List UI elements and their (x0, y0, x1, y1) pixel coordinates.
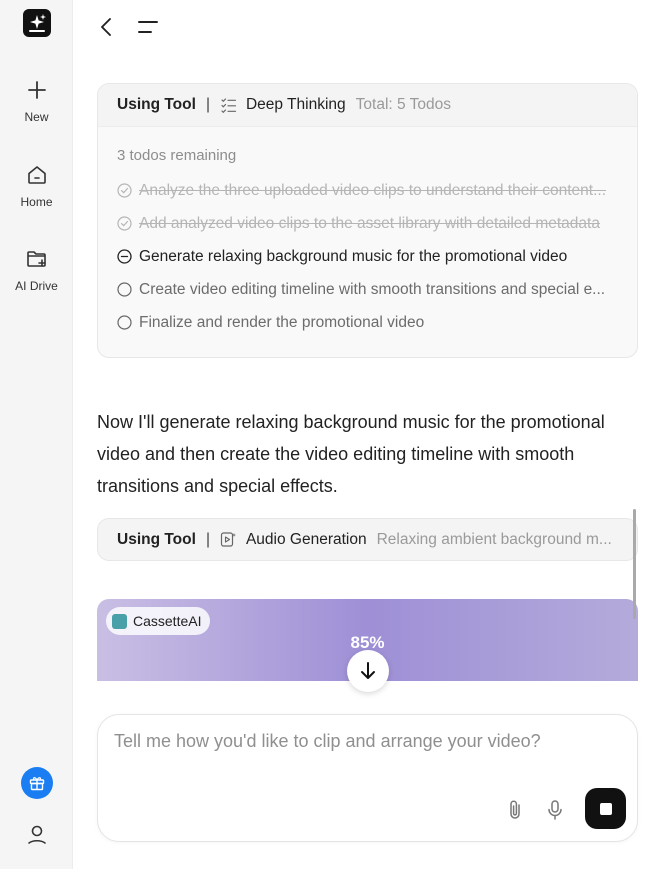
audio-file-icon (220, 532, 236, 547)
gift-button[interactable] (21, 767, 53, 799)
todo-total: Total: 5 Todos (355, 96, 452, 113)
todo-item: Create video editing timeline with smoot… (117, 273, 618, 306)
todo-text: Analyze the three uploaded video clips t… (139, 181, 607, 199)
checklist-icon (221, 97, 237, 113)
todo-text: Finalize and render the promotional vide… (139, 313, 425, 331)
chat-thread: Using Tool | Deep Thinking Total: 5 Todo… (97, 83, 638, 561)
check-circle-icon (117, 216, 132, 231)
separator: | (205, 530, 210, 548)
separator: | (205, 96, 210, 113)
todo-item: Generate relaxing background music for t… (117, 240, 618, 273)
sidebar-item-ai-drive[interactable]: AI Drive (0, 247, 73, 293)
todo-text: Add analyzed video clips to the asset li… (139, 214, 600, 232)
sidebar-item-new[interactable]: New (0, 78, 73, 124)
sidebar-item-label: AI Drive (15, 279, 58, 293)
cassette-icon (112, 613, 127, 629)
folder-plus-icon (26, 251, 46, 267)
app-logo[interactable] (23, 9, 51, 37)
gift-icon (29, 777, 45, 791)
sidebar-item-label: Home (20, 195, 53, 209)
using-tool-label: Using Tool (117, 96, 196, 113)
todo-list: 3 todos remaining Analyze the three uplo… (98, 127, 637, 357)
stop-generation-button[interactable] (585, 788, 626, 829)
plus-icon (27, 81, 46, 99)
scroll-to-bottom-button[interactable] (347, 650, 389, 692)
in-progress-circle-icon (117, 249, 132, 264)
sparkle-icon (29, 14, 46, 32)
composer (97, 714, 638, 842)
todo-tool-header[interactable]: Using Tool | Deep Thinking Total: 5 Todo… (98, 84, 637, 127)
menu-icon[interactable] (137, 17, 159, 37)
user-profile-icon[interactable] (25, 823, 49, 847)
stop-icon (599, 802, 612, 815)
chat-input[interactable] (114, 731, 614, 752)
tool-name: Audio Generation (245, 530, 367, 548)
todo-item: Finalize and render the promotional vide… (117, 306, 618, 339)
home-icon (27, 166, 46, 184)
provider-name: CassetteAI (133, 613, 202, 629)
microphone-icon[interactable] (544, 798, 566, 822)
provider-badge: CassetteAI (106, 607, 211, 635)
sidebar-item-label: New (24, 110, 49, 124)
using-tool-label: Using Tool (117, 530, 196, 548)
todo-text: Generate relaxing background music for t… (139, 247, 568, 265)
check-circle-icon (117, 183, 132, 198)
todo-item: Analyze the three uploaded video clips t… (117, 174, 618, 207)
back-chevron-icon[interactable] (97, 16, 117, 38)
scrollbar-thumb[interactable] (633, 509, 636, 619)
todo-tool-card: Using Tool | Deep Thinking Total: 5 Todo… (97, 83, 638, 358)
sidebar: New Home AI Drive (0, 0, 73, 869)
assistant-message: Now I'll generate relaxing background mu… (97, 412, 605, 496)
todo-item: Add analyzed video clips to the asset li… (117, 207, 618, 240)
empty-circle-icon (117, 315, 132, 330)
sidebar-item-home[interactable]: Home (0, 163, 73, 209)
todos-remaining: 3 todos remaining (117, 147, 237, 164)
arrow-down-icon (361, 662, 375, 679)
audio-tool-description: Relaxing ambient background m... (376, 530, 612, 548)
todo-text: Create video editing timeline with smoot… (139, 280, 606, 298)
paperclip-icon[interactable] (504, 798, 526, 822)
tool-name: Deep Thinking (245, 96, 346, 113)
audio-tool-card[interactable]: Using Tool | Audio Generation Relaxing a… (97, 518, 638, 561)
empty-circle-icon (117, 282, 132, 297)
